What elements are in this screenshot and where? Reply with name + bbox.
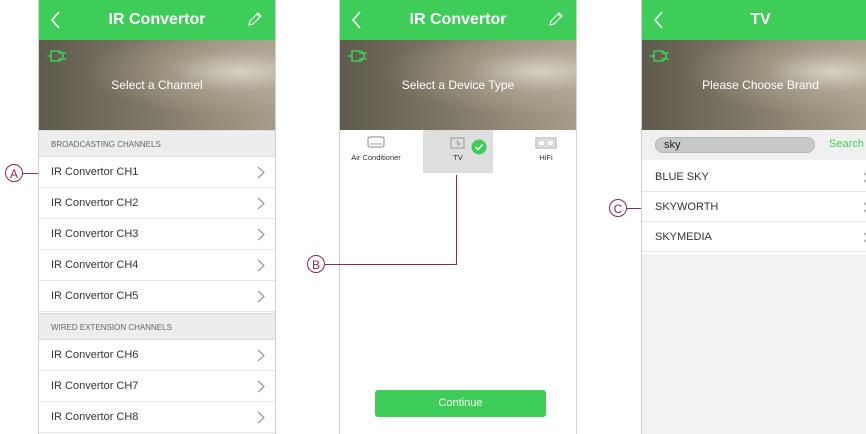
search-input[interactable]: sky <box>655 137 815 153</box>
top-bar: IR Convertor <box>39 0 275 40</box>
search-button[interactable]: Search <box>829 138 864 150</box>
device-hifi[interactable]: HiFi <box>516 130 576 173</box>
chevron-right-icon <box>257 228 265 241</box>
header-banner: Select a Device Type <box>340 40 576 130</box>
brand-row-skymedia[interactable]: SKYMEDIA <box>642 222 866 252</box>
channel-screen: IR Convertor Select a Channel BROADCASTI… <box>38 0 276 434</box>
device-label: Air Conditioner <box>351 153 401 162</box>
pencil-icon[interactable] <box>548 11 564 27</box>
hifi-icon <box>535 137 557 149</box>
channel-row-ch6[interactable]: IR Convertor CH6 <box>39 340 275 371</box>
callout-c-line <box>627 208 641 209</box>
channel-label: IR Convertor CH4 <box>51 259 139 271</box>
brand-screen: TV Please Choose Brand sky Search BLUE S… <box>641 0 866 434</box>
continue-button[interactable]: Continue <box>375 390 546 417</box>
device-label: HiFi <box>539 153 553 162</box>
empty-list-area <box>642 254 866 434</box>
search-bar: sky Search <box>642 130 866 160</box>
section-broadcasting: BROADCASTING CHANNELS <box>39 130 275 157</box>
channel-row-ch5[interactable]: IR Convertor CH5 <box>39 281 275 312</box>
channel-row-ch2[interactable]: IR Convertor CH2 <box>39 188 275 219</box>
brand-label: BLUE SKY <box>655 171 709 183</box>
device-air-conditioner[interactable]: Air Conditioner <box>340 130 412 173</box>
device-type-list: Air Conditioner TV HiFi <box>340 130 576 173</box>
selected-check-icon <box>471 139 487 155</box>
channel-label: IR Convertor CH3 <box>51 228 139 240</box>
brand-label: SKYMEDIA <box>655 231 712 243</box>
banner-text: Please Choose Brand <box>702 78 819 92</box>
channel-row-ch4[interactable]: IR Convertor CH4 <box>39 250 275 281</box>
page-title: IR Convertor <box>108 11 206 28</box>
channel-row-ch1[interactable]: IR Convertor CH1 <box>39 157 275 188</box>
channel-label: IR Convertor CH7 <box>51 380 139 392</box>
air-conditioner-icon <box>367 136 385 148</box>
plug-icon <box>650 50 669 62</box>
chevron-right-icon <box>257 197 265 210</box>
callout-b-line <box>325 264 457 265</box>
brand-row-skyworth[interactable]: SKYWORTH <box>642 192 866 222</box>
section-wired-extension: WIRED EXTENSION CHANNELS <box>39 313 275 340</box>
channel-label: IR Convertor CH5 <box>51 290 139 302</box>
header-banner: Please Choose Brand <box>642 40 866 130</box>
chevron-right-icon <box>257 259 265 272</box>
channel-label: IR Convertor CH2 <box>51 197 139 209</box>
callout-a-line <box>23 173 38 174</box>
banner-text: Select a Device Type <box>401 78 515 92</box>
page-title: TV <box>750 11 771 28</box>
header-banner: Select a Channel <box>39 40 275 130</box>
device-type-screen: IR Convertor Select a Device Type Air Co… <box>339 0 577 434</box>
channel-row-ch3[interactable]: IR Convertor CH3 <box>39 219 275 250</box>
plug-icon <box>47 50 66 62</box>
chevron-right-icon <box>257 411 265 424</box>
channel-row-ch7[interactable]: IR Convertor CH7 <box>39 371 275 402</box>
top-bar: IR Convertor <box>340 0 576 40</box>
channel-label: IR Convertor CH6 <box>51 349 139 361</box>
channel-label: IR Convertor CH8 <box>51 411 139 423</box>
chevron-right-icon <box>257 290 265 303</box>
brand-row-blue-sky[interactable]: BLUE SKY <box>642 162 866 192</box>
channel-row-ch8[interactable]: IR Convertor CH8 <box>39 402 275 433</box>
chevron-right-icon <box>257 349 265 362</box>
plug-icon <box>348 50 367 62</box>
brand-label: SKYWORTH <box>655 201 719 213</box>
banner-text: Select a Channel <box>111 78 203 92</box>
channel-label: IR Convertor CH1 <box>51 166 139 178</box>
callout-b-line <box>456 175 457 265</box>
callout-b: B <box>307 255 325 273</box>
top-bar: TV <box>642 0 866 40</box>
tv-icon <box>450 137 465 149</box>
chevron-right-icon <box>257 380 265 393</box>
callout-c: C <box>609 199 627 217</box>
chevron-right-icon <box>257 166 265 179</box>
pencil-icon[interactable] <box>247 11 263 27</box>
page-title: IR Convertor <box>409 11 507 28</box>
callout-a: A <box>5 164 23 182</box>
